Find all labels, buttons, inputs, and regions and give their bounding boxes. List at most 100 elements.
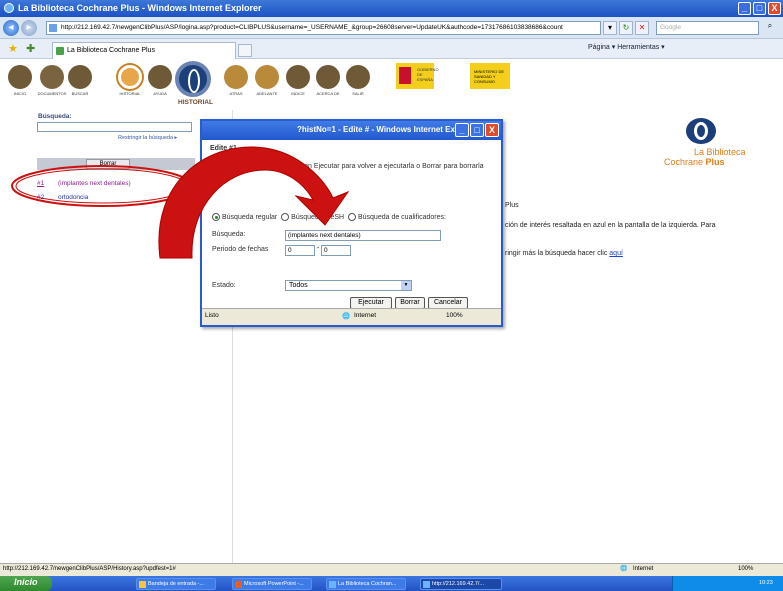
dialog-statusbar: Listo 🌐 Internet 100% (202, 308, 501, 325)
address-dropdown-icon[interactable]: ▾ (603, 21, 617, 35)
browser-tab[interactable]: La Biblioteca Cochrane Plus (52, 42, 236, 59)
nav-atras-icon[interactable] (224, 65, 248, 89)
section-title: HISTORIAL (178, 99, 213, 106)
edit-search-dialog: ?histNo=1 - Edite # - Windows Internet E… (200, 119, 503, 327)
periodo-label: Periodo de fechas (212, 246, 269, 253)
periodo-to-input[interactable]: 0 (321, 245, 351, 256)
dialog-titlebar: ?histNo=1 - Edite # - Windows Internet E… (202, 121, 501, 140)
browser-statusbar: http://212.169.42.7/newgenClibPlus/ASP/H… (0, 563, 783, 576)
refresh-icon[interactable]: ↻ (619, 21, 633, 35)
dialog-description: Edite la búsqueda y pulse clic en Ejecut… (210, 163, 484, 170)
taskbar-item[interactable]: La Biblioteca Cochran... (326, 578, 406, 590)
taskbar-item[interactable]: http://212.169.42.7/... (420, 578, 502, 590)
nav-salir-label: SALIR (352, 91, 364, 96)
main-text-line-3: ringir más la búsqueda hacer clic aquí (505, 250, 623, 257)
address-text: http://212.169.42.7/newgenClibPlus/ASP/l… (61, 24, 563, 31)
taskbar: Inicio Bandeja de entrada -... Microsoft… (0, 576, 783, 591)
nav-ayuda-icon[interactable] (148, 65, 172, 89)
start-button[interactable]: Inicio (0, 576, 52, 591)
back-arrow-icon[interactable]: ◂ (3, 20, 19, 36)
radio-cualificadores[interactable] (347, 213, 356, 221)
nav-acerca-label: ACERCA DE (316, 91, 340, 96)
nav-inicio-icon[interactable] (8, 65, 32, 89)
nav-atras-label: ATRAS (229, 91, 243, 96)
history-row[interactable]: #2 ortodoncia (37, 192, 195, 204)
dialog-minimize-button[interactable]: _ (455, 123, 469, 137)
system-tray: 10:23 (672, 576, 783, 591)
history-borrar-button[interactable]: Borrar (86, 159, 130, 169)
nav-adelante-label: ADELANTE (256, 91, 278, 96)
taskbar-item[interactable]: Bandeja de entrada -... (136, 578, 216, 590)
nav-inicio-label: INICIO (13, 91, 27, 96)
minimize-button[interactable]: _ (738, 2, 751, 15)
history-number[interactable]: #2 (37, 194, 44, 201)
clock[interactable]: 10:23 (759, 580, 773, 586)
dialog-close-button[interactable]: X (485, 123, 499, 137)
main-text-line-1: Plus (505, 202, 519, 209)
stop-icon[interactable]: ✕ (635, 21, 649, 35)
tabs-toolbar: ★ ✚ La Biblioteca Cochrane Plus Página ▾… (0, 39, 783, 59)
nav-documentos-icon[interactable] (40, 65, 64, 89)
globe-icon: 🌐 (620, 566, 628, 572)
address-toolbar: ◂ ▸ http://212.169.42.7/newgenClibPlus/A… (0, 17, 783, 39)
nav-acerca-icon[interactable] (316, 65, 340, 89)
left-search-input[interactable] (37, 122, 192, 132)
add-favorite-icon[interactable]: ✚ (26, 42, 35, 55)
status-zone: Internet (633, 566, 654, 572)
nav-indice-icon[interactable] (286, 65, 310, 89)
favorites-star-icon[interactable]: ★ (8, 42, 18, 55)
status-url: http://212.169.42.7/newgenClibPlus/ASP/H… (3, 566, 176, 572)
dialog-maximize-button[interactable]: □ (470, 123, 484, 137)
search-label: Búsqueda: (38, 113, 72, 120)
status-zoom[interactable]: 100% (738, 566, 753, 572)
search-icon[interactable]: ⌕ (761, 21, 779, 35)
nav-documentos-label: DOCUMENTOS (37, 91, 67, 96)
page-icon (49, 24, 57, 32)
restrict-search-link[interactable]: Restringir la búsqueda ▸ (118, 135, 177, 141)
radio-regular[interactable] (212, 213, 220, 221)
cochrane-ring-logo-icon (175, 61, 211, 97)
search-input[interactable]: Google (656, 21, 759, 35)
address-input[interactable]: http://212.169.42.7/newgenClibPlus/ASP/l… (46, 21, 601, 35)
cochrane-logo-icon (686, 118, 716, 144)
tab-title: La Biblioteca Cochrane Plus (67, 47, 155, 54)
tab-favicon-icon (56, 47, 64, 55)
ie-icon (4, 3, 14, 13)
dialog-heading: Edite #1 (210, 145, 237, 152)
nav-buscar-icon[interactable] (68, 65, 92, 89)
nav-adelante-icon[interactable] (255, 65, 279, 89)
dialog-title: ?histNo=1 - Edite # - Windows Internet E… (297, 125, 462, 134)
history-row[interactable]: #1 (implantes next dentales) (37, 178, 195, 190)
dialog-zoom[interactable]: 100% (446, 312, 463, 319)
site-header: INICIO DOCUMENTOS BUSCAR HISTORIAL AYUDA… (0, 59, 783, 99)
estado-label: Estado: (212, 282, 236, 289)
history-query[interactable]: ortodoncia (58, 194, 88, 201)
aqui-link[interactable]: aquí (609, 250, 623, 257)
busqueda-label: Búsqueda: (212, 231, 246, 238)
brand-line-2: Cochrane Plus (664, 157, 725, 167)
forward-arrow-icon[interactable]: ▸ (21, 20, 37, 36)
maximize-button[interactable]: □ (753, 2, 766, 15)
periodo-from-input[interactable]: 0 (285, 245, 315, 256)
globe-icon: 🌐 (342, 313, 351, 320)
command-bar[interactable]: Página ▾ Herramientas ▾ (588, 43, 665, 51)
window-titlebar: La Biblioteca Cochrane Plus - Windows In… (0, 0, 783, 17)
history-query[interactable]: (implantes next dentales) (58, 180, 131, 187)
brand-line-1: La Biblioteca (694, 147, 746, 157)
busqueda-input[interactable]: (implantes next dentales) (285, 230, 441, 241)
taskbar-item[interactable]: Microsoft PowerPoint -... (232, 578, 312, 590)
close-window-button[interactable]: X (768, 2, 781, 15)
dialog-body: Edite #1 Edite la búsqueda y pulse clic … (202, 140, 501, 309)
history-number[interactable]: #1 (37, 180, 44, 187)
radio-mesh[interactable] (281, 213, 290, 221)
nav-historial-label: HISTORIAL (119, 91, 141, 96)
window-title: La Biblioteca Cochrane Plus - Windows In… (18, 3, 262, 13)
ministerio-logo: MINISTERIO DE SANIDAD Y CONSUMO (470, 63, 510, 89)
nav-salir-icon[interactable] (346, 65, 370, 89)
nav-historial-icon[interactable] (118, 65, 142, 89)
nav-ayuda-label: AYUDA (153, 91, 167, 96)
estado-select[interactable]: Todos ▼ (285, 280, 412, 291)
new-tab-button[interactable] (238, 44, 252, 57)
dialog-zone: Internet (354, 312, 377, 319)
chevron-down-icon[interactable]: ▼ (401, 281, 411, 290)
